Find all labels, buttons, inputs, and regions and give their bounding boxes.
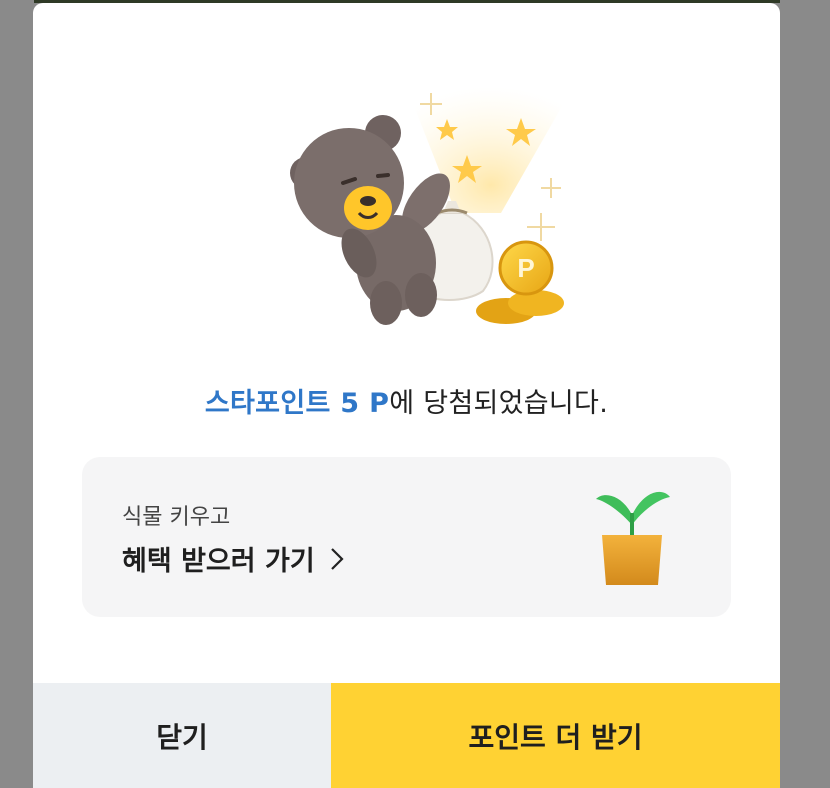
get-more-points-button[interactable]: 포인트 더 받기 — [331, 683, 780, 788]
promo-subtitle: 식물 키우고 — [122, 505, 231, 530]
reward-message-suffix: 에 당첨되었습니다. — [389, 388, 609, 419]
chevron-right-icon — [330, 547, 344, 570]
close-button[interactable]: 닫기 — [33, 683, 331, 788]
promo-title-text: 혜택 받으러 가기 — [122, 546, 315, 577]
plant-pot-icon — [596, 491, 670, 585]
bear-reward-illustration: P — [290, 73, 571, 325]
reward-amount: 스타포인트 5 P — [204, 388, 390, 419]
reward-result-message: 스타포인트 5 P에 당첨되었습니다. — [33, 381, 780, 420]
svg-text:P: P — [517, 253, 534, 283]
reward-modal: P 스타포인트 5 P에 당첨되었습니다. 식물 키우고 혜택 받으러 가기 닫… — [33, 3, 780, 788]
plant-promo-card[interactable]: 식물 키우고 혜택 받으러 가기 — [82, 457, 731, 617]
promo-title: 혜택 받으러 가기 — [122, 539, 345, 578]
